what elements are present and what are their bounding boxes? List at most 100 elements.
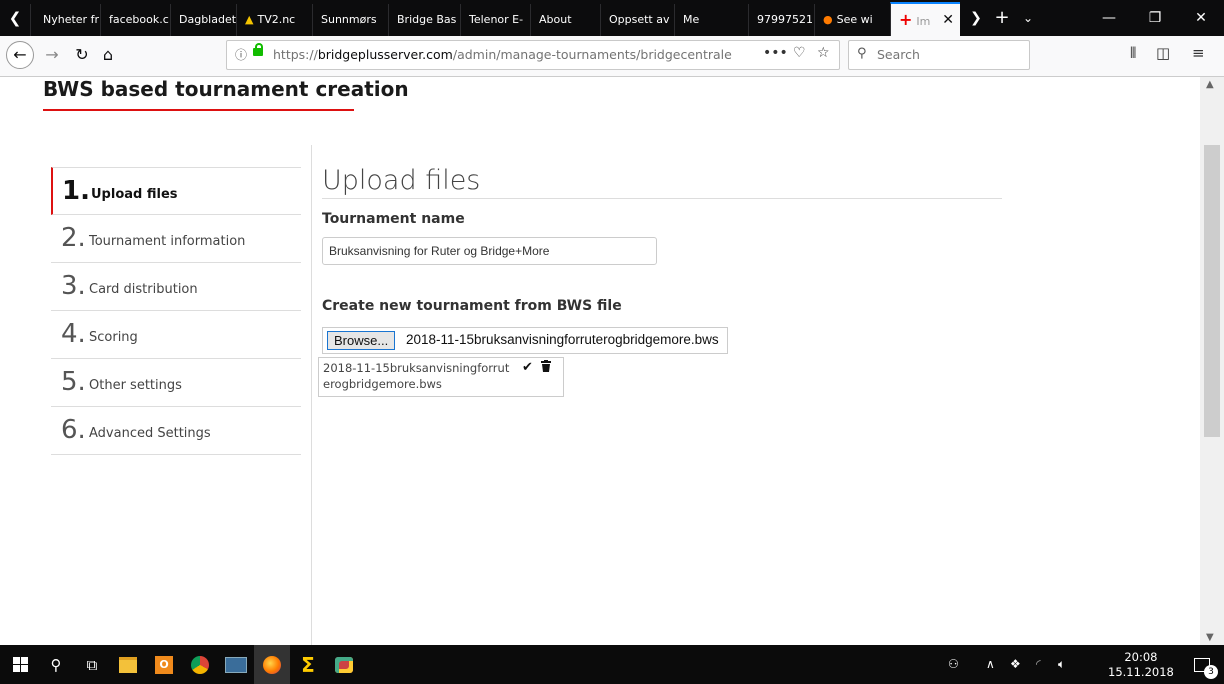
minimize-button[interactable]: — [1086,0,1132,36]
file-explorer-icon[interactable] [110,645,146,684]
tournament-name-input[interactable]: Bruksanvisning for Ruter og Bridge+More [322,237,657,265]
paint-app-icon[interactable] [326,645,362,684]
bws-file-input[interactable]: Browse... 2018-11-15bruksanvisningforrut… [322,327,728,354]
tab-about[interactable]: About [530,4,600,36]
scroll-down-arrow-icon[interactable]: ▼ [1206,632,1214,643]
lock-icon[interactable] [253,43,263,56]
step-upload-files[interactable]: 1. Upload files [51,167,301,215]
app-icon[interactable] [218,645,254,684]
tab-label: Oppsett av [609,13,670,26]
pocket-icon[interactable]: ♡ [793,45,806,61]
windows-start-icon[interactable] [2,645,38,684]
tab-sunnmors[interactable]: Sunnmørs [312,4,388,36]
tab-label: See wi [836,13,873,26]
forward-button[interactable]: → [38,41,66,69]
search-input[interactable] [875,46,1029,63]
page-actions-icon[interactable]: ••• [763,45,788,61]
tab-close-icon[interactable]: ✕ [942,4,954,36]
clock-time: 20:08 [1124,650,1158,664]
tab-oppsett[interactable]: Oppsett av [600,4,674,36]
menu-icon[interactable]: ≡ [1192,44,1205,62]
url-text[interactable]: https://bridgeplusserver.com/admin/manag… [273,47,733,62]
volume-icon[interactable]: 🔈︎ [1058,657,1065,672]
close-window-button[interactable]: ✕ [1178,0,1224,36]
step-number: 5. [61,367,86,397]
new-tab-button[interactable]: + [988,0,1016,36]
navigation-bar: ← → ↻ ⌂ ⓘ https://bridgeplusserver.com/a… [0,36,1224,77]
tab-label: About [539,13,572,26]
step-label: Other settings [89,378,182,393]
step-number: 6. [61,415,86,445]
tab-import-active[interactable]: + Im ✕ [890,2,960,36]
checkmark-icon: ✔ [522,360,533,375]
step-scoring[interactable]: 4. Scoring [51,311,301,359]
tab-telenor[interactable]: Telenor E- [460,4,530,36]
step-number: 2. [61,223,86,253]
library-icon[interactable]: ⫴ [1130,44,1136,62]
tab-label: facebook.c [109,13,169,26]
tab-label: Bridge Bas [397,13,457,26]
firefox-icon[interactable] [254,645,290,684]
tab-list-chevron-icon[interactable]: ⌄ [1016,0,1040,36]
step-card-distribution[interactable]: 3. Card distribution [51,263,301,311]
tab-see-wi[interactable]: ● See wi [814,4,890,36]
page-content: BWS based tournament creation 1. Upload … [0,77,1224,645]
url-prefix: https:// [273,47,318,62]
restore-button[interactable]: ❐ [1132,0,1178,36]
chrome-icon[interactable] [182,645,218,684]
tab-bridge-base[interactable]: Bridge Bas [388,4,460,36]
tab-me[interactable]: Me [674,4,748,36]
step-other-settings[interactable]: 5. Other settings [51,359,301,407]
dropbox-icon[interactable]: ❖ [1010,657,1021,671]
people-icon[interactable]: ⚇ [948,657,959,671]
step-number: 3. [61,271,86,301]
back-button[interactable]: ← [6,41,34,69]
clock-date: 15.11.2018 [1108,665,1174,679]
tab-tv2[interactable]: ▲ TV2.nc [236,4,312,36]
tab-label: Im [916,15,931,28]
tab-97997521[interactable]: 97997521 [748,4,814,36]
home-button[interactable]: ⌂ [94,41,122,69]
step-label: Scoring [89,330,138,345]
notification-badge: 3 [1204,665,1218,679]
section-heading: Upload files [322,165,481,196]
search-icon[interactable]: ⚲ [38,645,74,684]
tab-label: Telenor E- [469,13,524,26]
tournament-name-label: Tournament name [322,211,465,227]
step-advanced-settings[interactable]: 6. Advanced Settings [51,407,301,455]
url-bar[interactable]: ⓘ https://bridgeplusserver.com/admin/man… [226,40,840,70]
bookmark-star-icon[interactable]: ☆ [817,45,830,61]
red-cross-icon: + [899,10,913,29]
task-view-icon[interactable]: ⧉ [74,645,110,684]
tab-facebook[interactable]: facebook.c [100,4,170,36]
search-icon: ⚲ [857,46,867,61]
info-icon[interactable]: ⓘ [235,46,247,63]
trash-icon[interactable] [541,360,551,372]
sidebar-icon[interactable]: ◫ [1156,44,1170,62]
tab-scroll-left-button[interactable]: ❮ [0,0,30,36]
outlook-icon[interactable]: O [146,645,182,684]
uploaded-file-item: 2018-11-15bruksanvisningforruterogbridge… [318,357,564,397]
scroll-up-arrow-icon[interactable]: ▲ [1206,79,1214,90]
page-title: BWS based tournament creation [43,77,409,101]
step-tournament-information[interactable]: 2. Tournament information [51,215,301,263]
tray-chevron-icon[interactable]: ∧ [986,657,995,671]
browse-button[interactable]: Browse... [327,331,396,350]
selected-file-name: 2018-11-15bruksanvisningforruterogbridge… [406,332,719,347]
notification-center-icon[interactable]: 3 [1184,645,1220,684]
scrollbar-thumb[interactable] [1204,145,1220,437]
tab-label: Me [683,13,700,26]
step-label: Card distribution [89,282,198,297]
windows-taskbar: ⚲ ⧉ O Σ ⚇ ∧ ❖ ◜ 🔈︎ 20:08 15.11.2018 3 [0,645,1224,684]
sigma-app-icon[interactable]: Σ [290,645,326,684]
tab-dagbladet[interactable]: Dagbladet [170,4,236,36]
firefox-favicon-icon: ● [823,13,833,26]
tab-label: TV2.nc [257,13,296,26]
search-bar[interactable]: ⚲ [848,40,1030,70]
tab-nyheter[interactable]: Nyheter fr [30,4,100,36]
taskbar-clock[interactable]: 20:08 15.11.2018 [1108,650,1174,680]
page-scrollbar[interactable]: ▲ ▼ [1200,77,1224,645]
wifi-icon[interactable]: ◜ [1036,657,1041,671]
reload-button[interactable]: ↻ [68,41,96,69]
tab-scroll-right-button[interactable]: ❯ [964,0,988,36]
